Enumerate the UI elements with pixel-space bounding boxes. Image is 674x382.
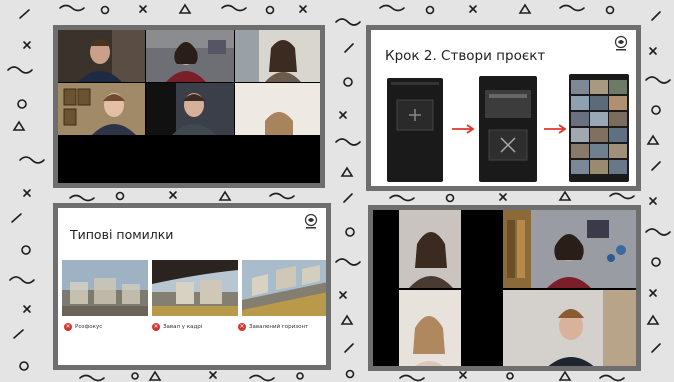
participant-video[interactable] [235,30,320,82]
video-call-grid-bottom [368,205,641,371]
organization-logo-icon [614,36,628,51]
participant-video[interactable] [146,30,234,82]
mistake-caption: ✕ Завал у кадрі [152,323,202,331]
slide-title: Типові помилки [70,227,174,242]
x-circle-icon: ✕ [64,323,72,331]
participant-video[interactable] [58,30,145,82]
slide-title: Крок 2. Створи проєкт [385,48,546,64]
example-photo-blur [62,260,148,316]
participant-video[interactable] [58,83,145,135]
x-circle-icon: ✕ [152,323,160,331]
slide-typical-mistakes: Типові помилки ✕ Розфокус ✕ Завал у кадр… [53,203,331,370]
participant-video[interactable] [503,210,636,288]
phone-screen-new-project [387,78,443,182]
example-photo-obstruction [152,260,238,316]
organization-logo-icon [304,214,318,229]
caption-text: Завалений горизонт [249,324,309,330]
caption-text: Завал у кадрі [163,324,203,330]
slide-create-project: Крок 2. Створи проєкт [366,25,641,191]
participant-video[interactable] [399,290,461,366]
mistake-caption: ✕ Завалений горизонт [238,323,308,331]
arrow-right-icon [452,124,475,134]
caption-text: Розфокус [75,324,103,330]
phone-screen-new-movie [479,76,537,182]
participant-video[interactable] [399,210,461,288]
example-photo-tilted-horizon [242,260,326,316]
video-call-grid-top [53,25,325,188]
x-circle-icon: ✕ [238,323,246,331]
participant-video[interactable] [146,83,234,135]
mistake-caption: ✕ Розфокус [64,323,102,331]
phone-screen-media-gallery [569,74,629,182]
participant-video[interactable] [503,290,636,366]
arrow-right-icon [544,124,567,134]
participant-video[interactable] [235,83,320,135]
